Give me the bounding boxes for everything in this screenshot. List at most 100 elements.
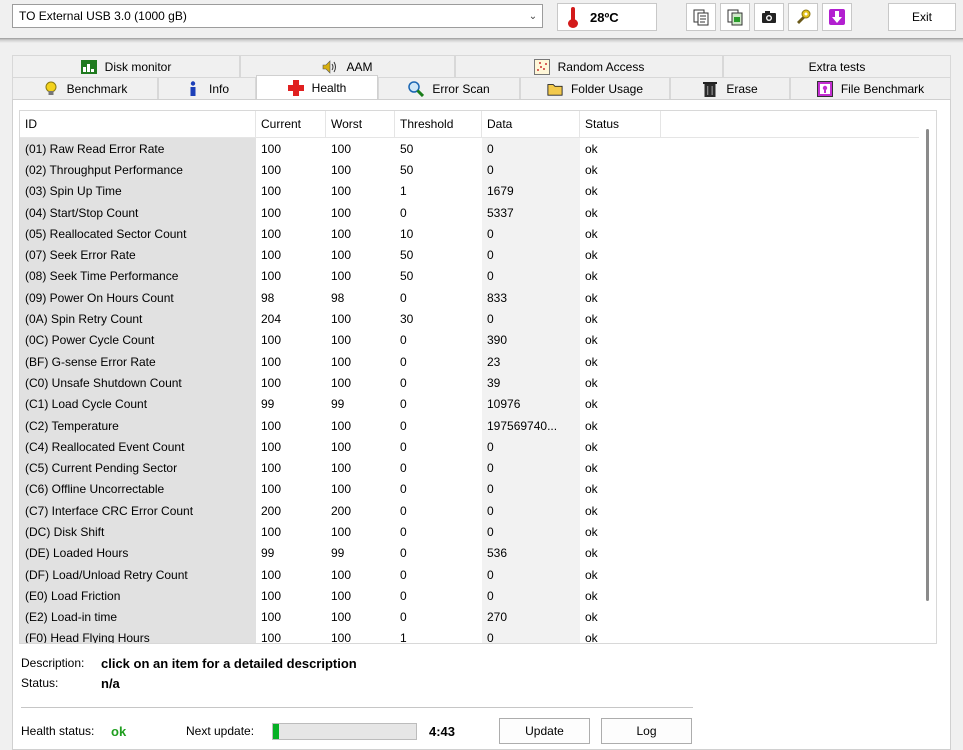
cell-status: ok: [585, 631, 598, 644]
copy-text-button[interactable]: [686, 3, 716, 31]
tab-extra-tests[interactable]: Extra tests: [723, 55, 951, 77]
cell-status: ok: [585, 588, 598, 603]
table-row[interactable]: (DF) Load/Unload Retry Count 100 100 0 0 ok: [20, 563, 936, 586]
table-row[interactable]: (C7) Interface CRC Error Count 200 200 0 0 ok: [20, 500, 936, 522]
tab-aam[interactable]: AAM: [240, 55, 455, 77]
cell-id: (C1) Load Cycle Count: [20, 393, 256, 415]
cell-id: (DE) Loaded Hours: [20, 542, 256, 564]
file-benchmark-icon: [816, 80, 833, 97]
scrollbar-thumb[interactable]: [926, 129, 929, 601]
cell-current: 100: [261, 588, 282, 603]
table-row[interactable]: (02) Throughput Performance 100 100 50 0 ok: [20, 159, 936, 181]
tab-disk-monitor[interactable]: Disk monitor: [12, 55, 240, 77]
cell-worst: 100: [331, 226, 352, 241]
cell-id: (09) Power On Hours Count: [20, 287, 256, 309]
table-row[interactable]: (F0) Head Flying Hours 100 100 1 0 ok: [20, 627, 936, 644]
cell-id: (0C) Power Cycle Count: [20, 329, 256, 351]
cell-current: 100: [261, 248, 282, 263]
cell-current: 100: [261, 269, 282, 284]
table-row[interactable]: (0A) Spin Retry Count 204 100 30 0 ok: [20, 308, 936, 330]
cell-worst: 100: [331, 354, 352, 369]
cell-worst: 100: [331, 567, 352, 582]
cell-status: ok: [585, 205, 598, 220]
tab-strip: Disk monitor AAM Random Access Extra tes…: [12, 55, 951, 99]
chevron-down-icon[interactable]: ⌄: [524, 11, 542, 22]
cell-data: 270: [482, 606, 580, 628]
temperature-value: 28ºC: [590, 9, 619, 25]
health-cross-icon: [287, 79, 304, 96]
table-row[interactable]: (08) Seek Time Performance 100 100 50 0 ok: [20, 265, 936, 288]
table-row[interactable]: (03) Spin Up Time 100 100 1 1679 ok: [20, 180, 936, 202]
cell-data: 833: [482, 287, 580, 309]
table-row[interactable]: (DE) Loaded Hours 99 99 0 536 ok: [20, 542, 936, 564]
download-arrow-icon: [829, 9, 845, 25]
cell-status: ok: [585, 610, 598, 625]
table-row[interactable]: (07) Seek Error Rate 100 100 50 0 ok: [20, 244, 936, 266]
table-row[interactable]: (05) Reallocated Sector Count 100 100 10 0 ok: [20, 223, 936, 245]
table-row[interactable]: (C5) Current Pending Sector 100 100 0 0 ok: [20, 457, 936, 479]
column-header-data[interactable]: Data: [482, 111, 580, 137]
screenshot-button[interactable]: [754, 3, 784, 31]
exit-button[interactable]: Exit: [888, 3, 956, 31]
cell-id: (DC) Disk Shift: [20, 521, 256, 543]
tab-health[interactable]: Health: [256, 75, 378, 99]
cell-data: 0: [482, 265, 580, 288]
column-header-current[interactable]: Current: [256, 111, 326, 137]
table-row[interactable]: (C6) Offline Uncorrectable 100 100 0 0 ok: [20, 478, 936, 501]
options-button[interactable]: [788, 3, 818, 31]
cell-status: ok: [585, 567, 598, 582]
table-row[interactable]: (C0) Unsafe Shutdown Count 100 100 0 39 ok: [20, 372, 936, 394]
description-value: click on an item for a detailed descript…: [101, 655, 357, 671]
cell-threshold: 0: [400, 290, 407, 305]
table-row[interactable]: (C1) Load Cycle Count 99 99 0 10976 ok: [20, 393, 936, 415]
folder-icon: [547, 81, 563, 97]
table-row[interactable]: (BF) G-sense Error Rate 100 100 0 23 ok: [20, 350, 936, 373]
smart-attributes-table[interactable]: ID Current Worst Threshold Data Status (…: [19, 110, 937, 644]
tab-file-benchmark[interactable]: File Benchmark: [790, 77, 951, 99]
column-header-status[interactable]: Status: [580, 111, 661, 137]
copy-image-button[interactable]: [720, 3, 750, 31]
log-button[interactable]: Log: [601, 718, 692, 744]
update-button[interactable]: Update: [499, 718, 590, 744]
tab-erase[interactable]: Erase: [670, 77, 790, 99]
table-row[interactable]: (01) Raw Read Error Rate 100 100 50 0 ok: [20, 138, 936, 160]
cell-threshold: 0: [400, 482, 407, 497]
cell-current: 100: [261, 610, 282, 625]
column-header-worst[interactable]: Worst: [326, 111, 395, 137]
table-row[interactable]: (04) Start/Stop Count 100 100 0 5337 ok: [20, 201, 936, 224]
cell-status: ok: [585, 248, 598, 263]
table-row[interactable]: (E2) Load-in time 100 100 0 270 ok: [20, 606, 936, 628]
thermometer-icon: [568, 7, 578, 28]
table-row[interactable]: (DC) Disk Shift 100 100 0 0 ok: [20, 521, 936, 543]
column-header-id[interactable]: ID: [20, 111, 256, 137]
cell-threshold: 0: [400, 333, 407, 348]
drive-select[interactable]: TO External USB 3.0 (1000 gB) ⌄: [12, 4, 543, 28]
vertical-scrollbar[interactable]: [919, 111, 936, 643]
cell-threshold: 10: [400, 226, 414, 241]
tab-benchmark[interactable]: Benchmark: [12, 77, 158, 99]
cell-worst: 100: [331, 418, 352, 433]
cell-id: (07) Seek Error Rate: [20, 244, 256, 266]
cell-current: 100: [261, 162, 282, 177]
health-status-bar: Health status: ok Next update: 4:43 Upda…: [21, 717, 721, 745]
cell-threshold: 0: [400, 546, 407, 561]
cell-current: 100: [261, 333, 282, 348]
tab-error-scan[interactable]: Error Scan: [378, 77, 520, 99]
column-header-threshold[interactable]: Threshold: [395, 111, 482, 137]
tab-folder-usage[interactable]: Folder Usage: [520, 77, 670, 99]
cell-data: 0: [482, 457, 580, 479]
cell-id: (DF) Load/Unload Retry Count: [20, 563, 256, 586]
table-row[interactable]: (C2) Temperature 100 100 0 197569740... ok: [20, 414, 936, 437]
cell-id: (C2) Temperature: [20, 414, 256, 437]
cell-threshold: 50: [400, 269, 414, 284]
table-row[interactable]: (E0) Load Friction 100 100 0 0 ok: [20, 585, 936, 607]
tab-random-access[interactable]: Random Access: [455, 55, 723, 77]
tab-info[interactable]: Info: [158, 77, 256, 99]
cell-data: 390: [482, 329, 580, 351]
cell-data: 0: [482, 159, 580, 181]
cell-data: 0: [482, 563, 580, 586]
table-row[interactable]: (09) Power On Hours Count 98 98 0 833 ok: [20, 287, 936, 309]
table-row[interactable]: (0C) Power Cycle Count 100 100 0 390 ok: [20, 329, 936, 351]
download-update-button[interactable]: [822, 3, 852, 31]
table-row[interactable]: (C4) Reallocated Event Count 100 100 0 0 ok: [20, 436, 936, 458]
